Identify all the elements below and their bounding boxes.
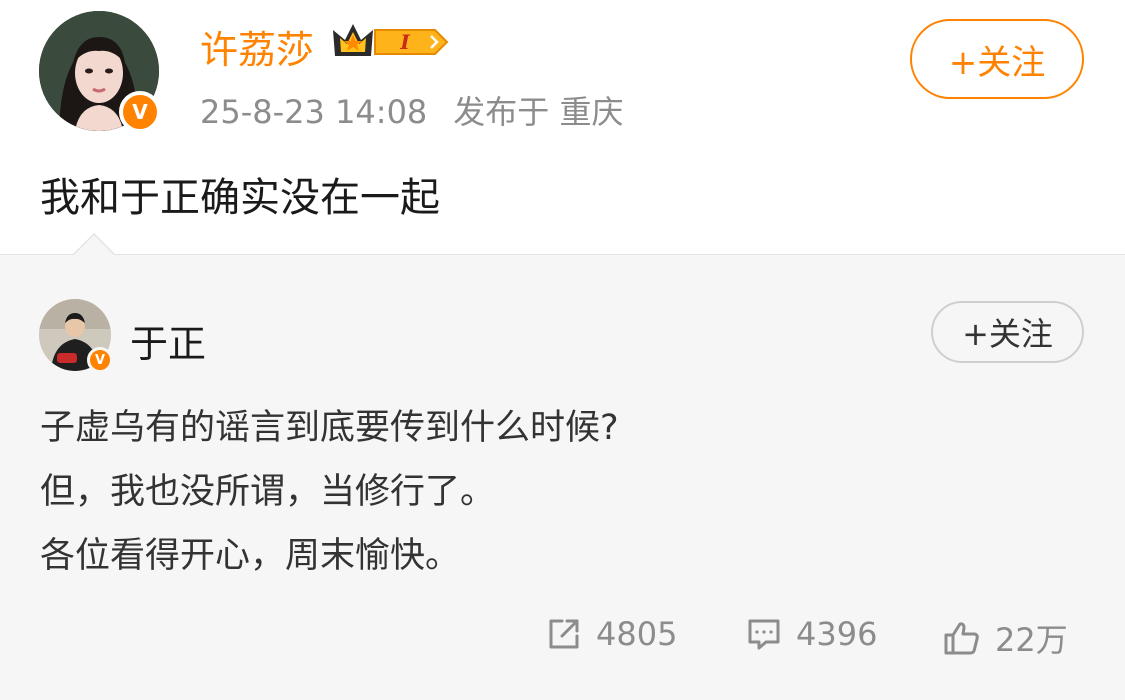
share-count: 4805 bbox=[596, 615, 678, 653]
author-name[interactable]: 许荔莎 bbox=[200, 19, 314, 74]
repost-card[interactable]: V 于正 +关注 子虚乌有的谣言到底要传到什么时候? 但，我也没所谓，当修行了。… bbox=[0, 233, 1125, 700]
follow-button[interactable]: +关注 bbox=[910, 19, 1084, 99]
thumbs-up-icon bbox=[944, 622, 979, 655]
comment-icon bbox=[748, 619, 780, 650]
action-bar: 4805 4396 22万 bbox=[0, 615, 1125, 665]
repost-pointer bbox=[72, 233, 116, 257]
repost-text-line: 各位看得开心，周末愉快。 bbox=[40, 536, 461, 576]
repost-author-name[interactable]: 于正 bbox=[130, 313, 206, 368]
comment-count: 4396 bbox=[796, 615, 878, 653]
svg-text:I: I bbox=[399, 30, 410, 54]
original-post: V 许荔莎 I 25-8-23 14:08 发布于 重庆 +关注 我和于正确实没在… bbox=[0, 0, 1125, 254]
repost-text-line: 子虚乌有的谣言到底要传到什么时候? bbox=[40, 408, 619, 448]
like-count: 22万 bbox=[995, 621, 1068, 659]
post-text: 我和于正确实没在一起 bbox=[40, 175, 440, 221]
comment-action[interactable]: 4396 bbox=[746, 615, 877, 653]
repost-follow-button[interactable]: +关注 bbox=[931, 301, 1084, 363]
post-meta: 25-8-23 14:08 发布于 重庆 bbox=[200, 87, 623, 133]
repost-verified-badge-icon: V bbox=[87, 347, 113, 373]
share-action[interactable]: 4805 bbox=[546, 615, 677, 653]
like-action[interactable]: 22万 bbox=[943, 615, 1068, 661]
verified-badge-icon: V bbox=[119, 91, 161, 133]
post-location: 发布于 重庆 bbox=[453, 93, 624, 131]
repost-text-line: 但，我也没所谓，当修行了。 bbox=[40, 472, 496, 512]
repost-text: 子虚乌有的谣言到底要传到什么时候? 但，我也没所谓，当修行了。 各位看得开心，周… bbox=[40, 396, 619, 588]
member-crown-icon: I bbox=[333, 24, 449, 56]
post-date: 25-8-23 14:08 bbox=[200, 93, 428, 131]
share-icon bbox=[549, 619, 579, 649]
